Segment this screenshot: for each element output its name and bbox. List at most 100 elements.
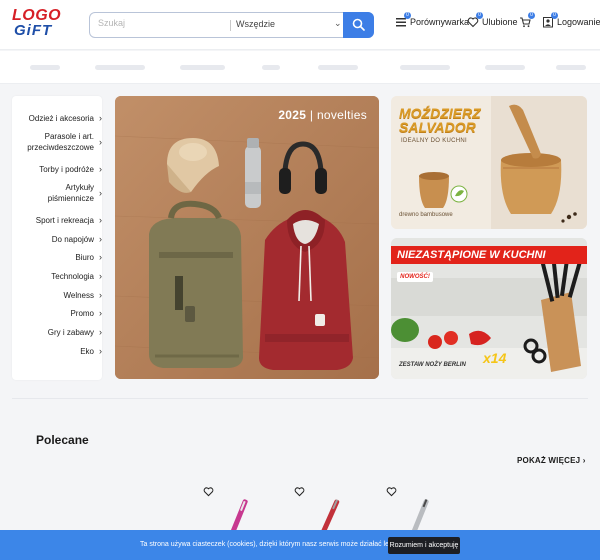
category-item[interactable]: Torby i podróże › <box>39 164 102 175</box>
login-count-badge: 0 <box>551 12 558 19</box>
chevron-right-icon: › <box>99 271 102 281</box>
nav-item[interactable] <box>180 65 225 70</box>
promo-knives-count: x14 <box>483 350 507 366</box>
promo-knives-set-name: ZESTAW NOŻY BERLIN <box>399 362 466 368</box>
nav-item[interactable] <box>30 65 60 70</box>
chevron-right-icon: › <box>99 308 102 318</box>
cookie-bar: Ta strona używa ciasteczek (cookies), dz… <box>0 530 600 560</box>
chevron-right-icon: › <box>99 188 102 198</box>
category-label: Promo <box>70 309 94 318</box>
search-button[interactable] <box>343 12 374 38</box>
category-label: Artykuły piśmiennicze <box>47 183 94 203</box>
show-more-label: POKAŻ WIĘCEJ <box>517 456 581 465</box>
nav-item[interactable] <box>318 65 358 70</box>
chevron-right-icon: › <box>99 290 102 300</box>
favorites-label: Ulubione <box>482 17 518 27</box>
cookie-message: Ta strona używa ciasteczek (cookies), dz… <box>140 541 402 548</box>
category-label: Eko <box>80 347 94 356</box>
cart-link[interactable]: 0 <box>519 12 535 28</box>
nav-item[interactable] <box>95 65 145 70</box>
recommended-title: Polecane <box>36 433 89 447</box>
header: LOGO GiFT Wszędzie ⌄ 0 <box>0 0 600 50</box>
hero-tag-text: novelties <box>316 108 367 122</box>
heart-icon[interactable] <box>294 486 305 497</box>
category-label: Welness <box>63 291 94 300</box>
promo-mortar-material: drewno bambusowe <box>399 212 453 218</box>
category-item[interactable]: Sport i rekreacja › <box>35 215 102 226</box>
category-label: Sport i rekreacja <box>35 216 94 225</box>
category-label: Technologia <box>51 272 94 281</box>
search-scope-select[interactable]: Wszędzie <box>236 19 275 29</box>
compare-label: Porównywarka <box>410 17 470 27</box>
hero-tag: 2025 | novelties <box>278 108 367 122</box>
heart-icon[interactable] <box>386 486 397 497</box>
user-icon: 0 <box>542 12 558 28</box>
nav-item[interactable] <box>262 65 280 70</box>
logo[interactable]: LOGO GiFT <box>12 7 64 41</box>
category-label: Torby i podróże <box>39 165 94 174</box>
chevron-right-icon: › <box>582 456 586 465</box>
category-item[interactable]: Gry i zabawy › <box>47 327 102 338</box>
cart-icon: 0 <box>519 12 535 28</box>
chevron-right-icon: › <box>99 164 102 174</box>
cart-count-badge: 0 <box>528 12 535 19</box>
search-input[interactable] <box>98 18 226 28</box>
heart-icon[interactable] <box>203 486 214 497</box>
show-more-link[interactable]: POKAŻ WIĘCEJ › <box>517 456 586 465</box>
chevron-right-icon: › <box>99 113 102 123</box>
nav-item[interactable] <box>400 65 450 70</box>
chevron-right-icon: › <box>99 137 102 147</box>
logo-line-2: GiFT <box>14 22 53 39</box>
category-item[interactable]: Technologia › <box>51 271 102 282</box>
chevron-right-icon: › <box>99 327 102 337</box>
cookie-accept-button[interactable]: Rozumiem i akceptuję <box>388 537 460 554</box>
category-item[interactable]: Welness › <box>63 290 102 301</box>
category-sidebar: Odzież i akcesoria › Parasole i art. prze… <box>12 96 102 380</box>
hero-year: 2025 <box>278 108 307 122</box>
heart-icon: 0 <box>467 12 483 28</box>
search-bar: Wszędzie ⌄ <box>89 12 374 38</box>
nav-item[interactable] <box>485 65 525 70</box>
login-label: Logowanie <box>557 17 600 27</box>
category-label: Parasole i art. przeciwdeszczowe <box>27 132 94 152</box>
favorites-link[interactable]: 0 Ulubione <box>467 12 518 28</box>
promo-mortar-title-line-1: MOŹDZIERZ <box>399 105 481 121</box>
promo-knives-banner[interactable]: NIEZASTĄPIONE W KUCHNI NOWOŚĆ! x14 ZESTA… <box>391 238 587 379</box>
section-divider <box>12 398 588 399</box>
promo-mortar-title-line-2: SALVADOR <box>399 119 476 135</box>
category-label: Biuro <box>75 253 94 262</box>
category-item[interactable]: Biuro › <box>75 252 102 263</box>
compare-link[interactable]: 0 Porównywarka <box>395 12 470 28</box>
login-link[interactable]: 0 Logowanie <box>542 12 600 28</box>
category-label: Gry i zabawy <box>47 328 94 337</box>
promo-mortar-title: MOŹDZIERZ SALVADOR <box>399 106 481 134</box>
hero-illustration <box>115 96 379 379</box>
category-item[interactable]: Do napojów › <box>51 234 102 245</box>
promo-mortar-banner[interactable]: MOŹDZIERZ SALVADOR IDEALNY DO KUCHNI dre… <box>391 96 587 229</box>
hero-separator: | <box>309 108 314 122</box>
new-badge: NOWOŚĆ! <box>397 272 433 282</box>
favorites-count-badge: 0 <box>476 12 483 19</box>
chevron-right-icon: › <box>99 252 102 262</box>
category-item[interactable]: Parasole i art. przeciwdeszczowe › <box>20 131 102 153</box>
main-nav <box>0 51 600 84</box>
category-item[interactable]: Odzież i akcesoria › <box>29 113 102 124</box>
hero-banner[interactable]: 2025 | novelties <box>115 96 379 379</box>
nav-item[interactable] <box>556 65 586 70</box>
search-icon <box>352 18 365 31</box>
logo-line-1: LOGO <box>12 7 62 24</box>
chevron-right-icon: › <box>99 234 102 244</box>
chevron-right-icon: › <box>99 215 102 225</box>
page: LOGO GiFT Wszędzie ⌄ 0 <box>0 0 600 560</box>
category-label: Do napojów <box>51 235 94 244</box>
promo-knives-title-bar: NIEZASTĄPIONE W KUCHNI <box>391 246 587 264</box>
chevron-right-icon: › <box>99 346 102 356</box>
search-separator <box>230 20 231 31</box>
category-item[interactable]: Promo › <box>70 308 102 319</box>
category-item[interactable]: Artykuły piśmiennicze › <box>34 182 102 204</box>
promo-mortar-subtitle: IDEALNY DO KUCHNI <box>401 138 468 144</box>
chevron-down-icon[interactable]: ⌄ <box>334 18 342 29</box>
compare-icon: 0 <box>395 12 411 28</box>
category-item[interactable]: Eko › <box>80 346 102 357</box>
promo-knives-title: NIEZASTĄPIONE W KUCHNI <box>397 249 546 261</box>
